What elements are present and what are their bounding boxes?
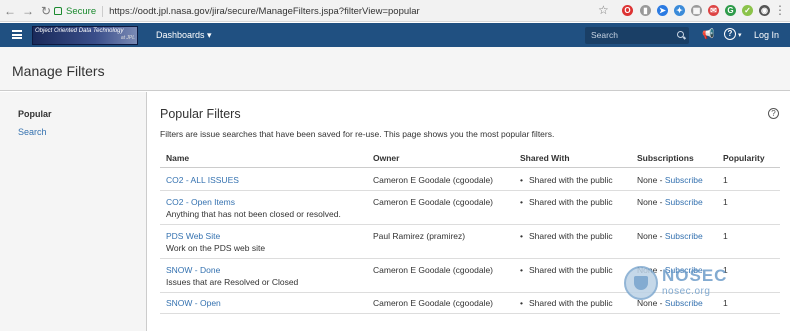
filter-name-link[interactable]: CO2 - Open Items: [166, 197, 235, 207]
filter-shared-with: Shared with the public: [520, 265, 613, 275]
subscribe-link[interactable]: Subscribe: [665, 175, 703, 185]
search-placeholder: Search: [591, 30, 618, 40]
subscribe-link[interactable]: Subscribe: [665, 197, 703, 207]
shield-logo-icon: [624, 266, 658, 300]
nosec-watermark: NOSEC nosec.org: [624, 264, 784, 322]
hamburger-menu-icon[interactable]: [12, 30, 22, 39]
bookmark-star-icon[interactable]: ☆: [598, 3, 609, 17]
extension-icon[interactable]: ✦: [674, 5, 685, 16]
filter-shared-with: Shared with the public: [520, 197, 613, 207]
filter-owner: Cameron E Goodale (cgoodale): [373, 298, 494, 308]
secure-label: Secure: [66, 5, 97, 17]
subscriptions-none: None -: [637, 175, 665, 185]
sidebar-item-search[interactable]: Search: [18, 127, 47, 137]
filter-subscriptions: None - Subscribe: [637, 231, 703, 241]
extension-icon[interactable]: ➤: [657, 5, 668, 16]
filter-description: Anything that has not been closed or res…: [166, 209, 341, 219]
filter-popularity: 1: [723, 175, 728, 185]
watermark-title: NOSEC: [662, 266, 728, 285]
filter-name-link[interactable]: PDS Web Site: [166, 231, 220, 241]
login-link[interactable]: Log In: [754, 30, 779, 40]
subscribe-link[interactable]: Subscribe: [665, 231, 703, 241]
filter-subscriptions: None - Subscribe: [637, 175, 703, 185]
browser-menu-icon[interactable]: ⋮: [774, 3, 786, 17]
filter-description: Work on the PDS web site: [166, 243, 266, 253]
column-header-name[interactable]: Name: [166, 153, 189, 163]
logo-text: Object Oriented Data Technology: [35, 28, 124, 34]
filter-shared-with: Shared with the public: [520, 175, 613, 185]
lock-icon: [54, 7, 62, 15]
mail-extension-icon[interactable]: ✉: [708, 5, 719, 16]
search-input[interactable]: Search: [585, 27, 689, 44]
column-header-popularity[interactable]: Popularity: [723, 153, 765, 163]
help-dropdown-icon[interactable]: ▾: [738, 31, 742, 39]
subscriptions-none: None -: [637, 197, 665, 207]
section-description: Filters are issue searches that have bee…: [160, 129, 555, 139]
header-divider: [160, 167, 780, 168]
help-icon[interactable]: ?: [724, 28, 736, 40]
forward-icon[interactable]: →: [20, 3, 36, 19]
sidebar-item-popular[interactable]: Popular: [18, 109, 52, 119]
page-header-band: [0, 47, 790, 91]
filter-description: Issues that are Resolved or Closed: [166, 277, 299, 287]
notifications-megaphone-icon[interactable]: 📢: [702, 29, 714, 40]
help-icon[interactable]: ?: [768, 108, 779, 119]
extension-icon[interactable]: ▦: [691, 5, 702, 16]
search-icon[interactable]: [677, 31, 684, 38]
address-bar[interactable]: Secure https://oodt.jpl.nasa.gov/jira/se…: [54, 3, 614, 19]
filter-name-link[interactable]: CO2 - ALL ISSUES: [166, 175, 239, 185]
logo-subtext: at JPL: [120, 35, 135, 41]
filter-name-link[interactable]: SNOW - Open: [166, 298, 221, 308]
url-text[interactable]: https://oodt.jpl.nasa.gov/jira/secure/Ma…: [109, 6, 420, 17]
column-header-shared-with: Shared With: [520, 153, 570, 163]
opera-extension-icon[interactable]: O: [622, 5, 633, 16]
row-divider: [160, 258, 780, 259]
filter-name-link[interactable]: SNOW - Done: [166, 265, 220, 275]
reload-icon[interactable]: ↻: [38, 3, 54, 19]
subscriptions-none: None -: [637, 231, 665, 241]
address-separator: [102, 5, 104, 17]
filter-shared-with: Shared with the public: [520, 231, 613, 241]
back-icon[interactable]: ←: [2, 3, 18, 19]
watermark-subtitle: nosec.org: [662, 286, 711, 297]
filter-shared-with: Shared with the public: [520, 298, 613, 308]
filter-owner: Paul Ramirez (pramirez): [373, 231, 466, 241]
section-heading: Popular Filters: [160, 107, 241, 121]
extension-icon[interactable]: ▮: [640, 5, 651, 16]
filter-popularity: 1: [723, 231, 728, 241]
dashboards-menu[interactable]: Dashboards ▾: [156, 30, 212, 41]
filter-owner: Cameron E Goodale (cgoodale): [373, 265, 494, 275]
column-header-owner: Owner: [373, 153, 400, 163]
filter-owner: Cameron E Goodale (cgoodale): [373, 197, 494, 207]
column-header-subscriptions: Subscriptions: [637, 153, 694, 163]
filter-owner: Cameron E Goodale (cgoodale): [373, 175, 494, 185]
grammarly-extension-icon[interactable]: G: [725, 5, 736, 16]
page-title: Manage Filters: [12, 63, 105, 79]
extension-icon[interactable]: ✓: [742, 5, 753, 16]
row-divider: [160, 190, 780, 191]
site-logo[interactable]: Object Oriented Data Technology at JPL: [32, 26, 138, 45]
filter-subscriptions: None - Subscribe: [637, 197, 703, 207]
extension-icon[interactable]: ◉: [759, 5, 770, 16]
row-divider: [160, 224, 780, 225]
filter-popularity: 1: [723, 197, 728, 207]
